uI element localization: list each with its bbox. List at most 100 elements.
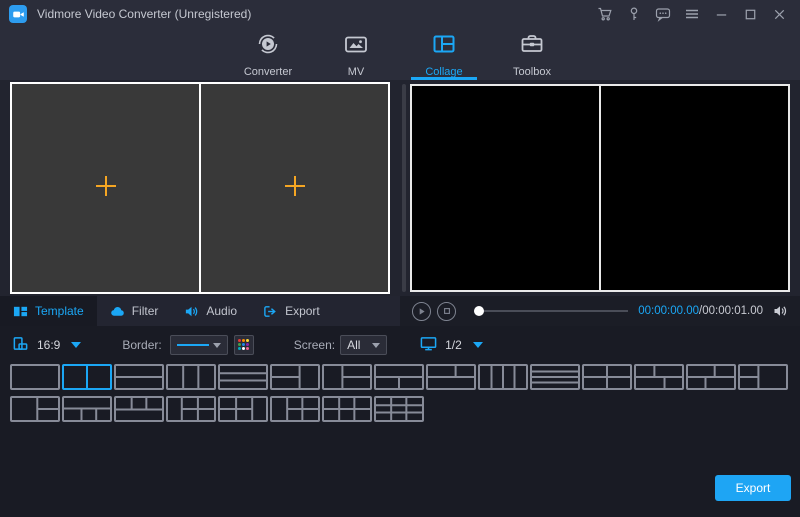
- screen-select-arrow: [372, 342, 381, 348]
- play-button[interactable]: [412, 301, 431, 321]
- tool-tabs: Template Filter Audio Export: [0, 296, 400, 326]
- tab-audio[interactable]: Audio: [171, 296, 250, 326]
- border-color-picker[interactable]: [233, 335, 254, 355]
- progress-knob[interactable]: [474, 306, 484, 316]
- tab-export-settings[interactable]: Export: [250, 296, 333, 326]
- stop-icon: [443, 308, 450, 314]
- player-controls: 00:00:00.00/00:00:01.00: [400, 296, 800, 326]
- maximize-icon[interactable]: [739, 3, 761, 25]
- layout-template-1-4[interactable]: [166, 364, 216, 390]
- preview-cell-2: [599, 86, 788, 290]
- template-row-1: [10, 364, 788, 390]
- tab-filter-label: Filter: [131, 304, 159, 318]
- tab-export-label: Export: [285, 304, 320, 318]
- layout-template-2-4[interactable]: [166, 396, 216, 422]
- app-window: Vidmore Video Converter (Unregistered) C…: [0, 0, 800, 517]
- volume-button[interactable]: [772, 303, 788, 319]
- template-row-2: [10, 396, 788, 422]
- screen-monitor-icon: [420, 335, 437, 355]
- aspect-ratio-value: 16:9: [37, 338, 61, 352]
- layout-template-2-3[interactable]: [114, 396, 164, 422]
- collage-cell-1[interactable]: [12, 84, 199, 292]
- layout-template-1-15[interactable]: [738, 364, 788, 390]
- toolbox-icon: [519, 31, 545, 62]
- main-nav: Converter MV Collage Toolbox: [0, 28, 800, 80]
- tab-converter-label: Converter: [243, 65, 293, 78]
- tab-collage[interactable]: Collage: [400, 28, 488, 80]
- layout-template-2-1[interactable]: [10, 396, 60, 422]
- layout-template-2-6[interactable]: [270, 396, 320, 422]
- layout-template-1-13[interactable]: [634, 364, 684, 390]
- page-indicator: 1/2: [445, 338, 462, 352]
- titlebar: Vidmore Video Converter (Unregistered): [0, 0, 800, 28]
- layout-template-1-9[interactable]: [426, 364, 476, 390]
- layout-template-1-11[interactable]: [530, 364, 580, 390]
- layout-template-2-2[interactable]: [62, 396, 112, 422]
- stop-button[interactable]: [437, 301, 456, 321]
- time-display: 00:00:00.00/00:00:01.00: [638, 305, 763, 317]
- tab-collage-label: Collage: [425, 65, 463, 78]
- layout-template-2-8[interactable]: [374, 396, 424, 422]
- page-dropdown-arrow[interactable]: [472, 342, 483, 348]
- tab-filter[interactable]: Filter: [97, 296, 172, 326]
- screen-value: All: [347, 338, 361, 352]
- feedback-icon[interactable]: [652, 3, 674, 25]
- window-title: Vidmore Video Converter (Unregistered): [37, 7, 252, 21]
- border-style-preview: [176, 344, 209, 346]
- layout-template-2-7[interactable]: [322, 396, 372, 422]
- color-grid-icon: [237, 339, 250, 351]
- layout-template-1-10[interactable]: [478, 364, 528, 390]
- tab-mv-label: MV: [347, 65, 365, 78]
- collage-icon: [431, 31, 457, 62]
- cart-icon[interactable]: [594, 3, 616, 25]
- mv-icon: [343, 31, 369, 62]
- layout-template-1-7[interactable]: [322, 364, 372, 390]
- menu-icon[interactable]: [681, 3, 703, 25]
- layout-template-1-1[interactable]: [10, 364, 60, 390]
- layout-template-1-8[interactable]: [374, 364, 424, 390]
- tab-template-label: Template: [35, 304, 84, 318]
- tab-mv[interactable]: MV: [312, 28, 400, 80]
- layout-template-1-2[interactable]: [62, 364, 112, 390]
- control-row: Template Filter Audio Export 00:00:00.00…: [0, 296, 800, 326]
- collage-editor: [10, 82, 390, 294]
- video-preview: [410, 84, 790, 292]
- layout-template-2-5[interactable]: [218, 396, 268, 422]
- audio-speaker-icon: [186, 306, 198, 316]
- screen-select[interactable]: All: [340, 335, 388, 355]
- template-panel: 16:9 Border: Screen: All 1/2 Export: [0, 326, 800, 517]
- tab-toolbox[interactable]: Toolbox: [488, 28, 576, 80]
- aspect-ratio-dropdown-arrow[interactable]: [71, 342, 82, 348]
- key-icon[interactable]: [623, 3, 645, 25]
- current-time: 00:00:00.00: [638, 305, 700, 317]
- converter-icon: [255, 31, 281, 62]
- collage-cell-2[interactable]: [199, 84, 388, 292]
- layout-template-1-6[interactable]: [270, 364, 320, 390]
- close-icon[interactable]: [768, 3, 790, 25]
- options-row: 16:9 Border: Screen: All 1/2: [0, 333, 800, 357]
- panel-scrollbar[interactable]: [402, 84, 406, 292]
- layout-template-grid: [10, 364, 788, 428]
- export-button[interactable]: Export: [715, 475, 791, 501]
- layout-template-1-3[interactable]: [114, 364, 164, 390]
- border-select-arrow: [212, 342, 221, 348]
- layout-template-1-12[interactable]: [582, 364, 632, 390]
- total-time: 00:00:01.00: [702, 305, 763, 317]
- minimize-icon[interactable]: [710, 3, 732, 25]
- tab-toolbox-label: Toolbox: [513, 65, 551, 78]
- play-icon: [419, 307, 425, 315]
- export-arrow-icon: [264, 305, 276, 317]
- preview-cell-1: [412, 86, 599, 290]
- border-label: Border:: [122, 338, 162, 352]
- layout-template-1-5[interactable]: [218, 364, 268, 390]
- main-area: [0, 80, 800, 296]
- tab-template[interactable]: Template: [0, 296, 97, 326]
- border-style-select[interactable]: [169, 335, 228, 355]
- layout-template-1-14[interactable]: [686, 364, 736, 390]
- aspect-ratio-icon: [12, 335, 29, 355]
- tab-audio-label: Audio: [206, 304, 238, 318]
- template-icon: [13, 306, 28, 316]
- tab-converter[interactable]: Converter: [224, 28, 312, 80]
- add-video-plus-icon: [93, 173, 119, 204]
- progress-slider[interactable]: [474, 306, 629, 316]
